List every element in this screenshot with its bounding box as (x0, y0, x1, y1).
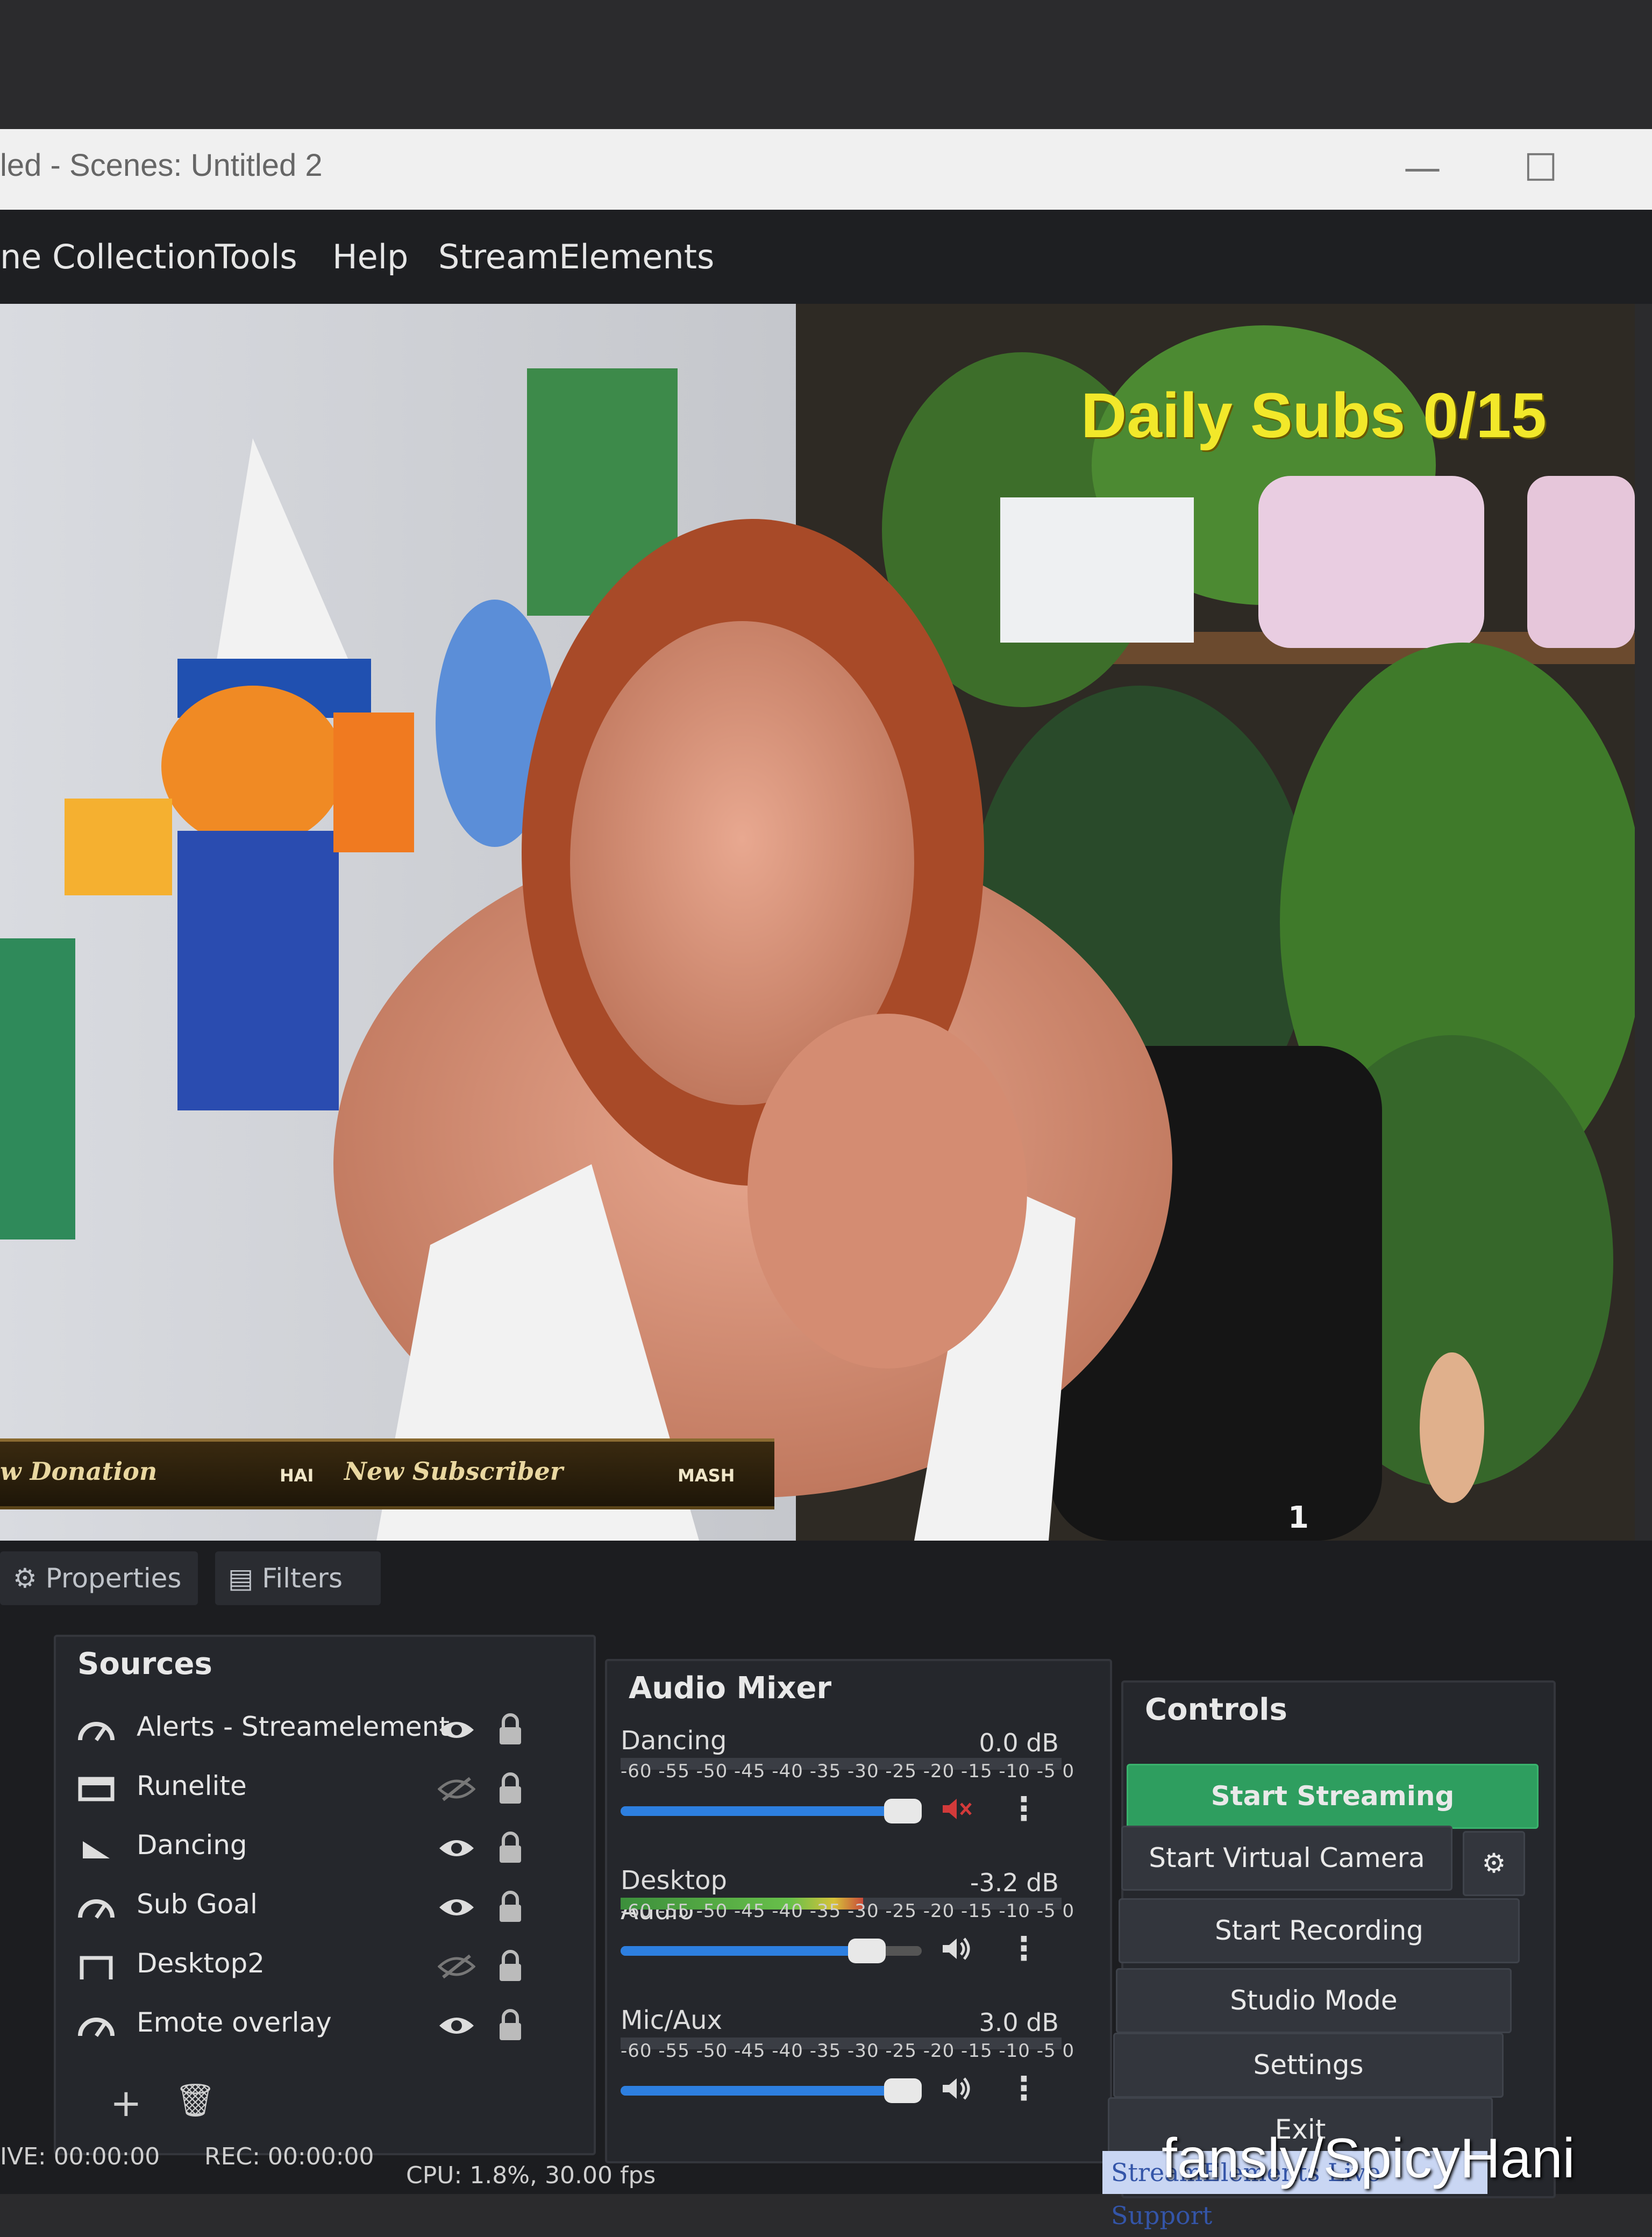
banner-tag: MASH (678, 1465, 735, 1486)
sources-panel: Sources Alerts - Streamelement Runelite Da… (54, 1635, 596, 2155)
lock-icon[interactable] (497, 1830, 524, 1865)
volume-slider[interactable] (621, 1799, 922, 1823)
watermark: fansly/SpicyHani (1162, 2127, 1575, 2190)
gauge-icon (77, 1891, 115, 1923)
add-source-button[interactable]: + (110, 2081, 142, 2125)
source-item[interactable]: Desktop2 (56, 1938, 594, 1997)
volume-slider-fill (621, 2086, 922, 2096)
webcam-scene (0, 304, 1635, 1541)
source-label: Emote overlay (137, 2007, 332, 2038)
mixer-channel-name: Dancing (621, 1726, 727, 1756)
source-item[interactable]: Runelite (56, 1761, 594, 1820)
properties-label: Properties (45, 1563, 182, 1594)
virtual-camera-settings-button[interactable]: ⚙ (1463, 1831, 1525, 1896)
mixer-channel-db: 0.0 dB (979, 1728, 1059, 1757)
audio-mixer-title: Audio Mixer (629, 1671, 832, 1706)
filters-button[interactable]: ▤ Filters (215, 1551, 381, 1605)
lock-icon[interactable] (497, 2008, 524, 2042)
speaker-icon[interactable] (941, 1935, 973, 1964)
channel-menu-icon[interactable]: ⋮ (1008, 2070, 1040, 2107)
speaker-icon[interactable] (941, 2075, 973, 2104)
corner-counter: 1 (1288, 1500, 1309, 1535)
source-label: Dancing (137, 1829, 247, 1861)
eye-icon[interactable] (438, 1894, 475, 1921)
eye-icon[interactable] (438, 2012, 475, 2039)
volume-slider-handle[interactable] (884, 1799, 922, 1823)
lock-icon[interactable] (497, 1771, 524, 1806)
eye-icon[interactable] (438, 1835, 475, 1862)
properties-button[interactable]: ⚙ Properties (0, 1551, 198, 1605)
menu-help[interactable]: Help (332, 210, 408, 304)
source-item[interactable]: Sub Goal (56, 1879, 594, 1938)
volume-slider-handle[interactable] (884, 2078, 922, 2103)
media-icon (77, 1832, 115, 1864)
menu-streamelements[interactable]: StreamElements (438, 210, 714, 304)
lock-icon[interactable] (497, 1712, 524, 1747)
menu-tools[interactable]: Tools (215, 210, 297, 304)
source-label: Sub Goal (137, 1889, 258, 1920)
mixer-channel-db: 3.0 dB (979, 2008, 1059, 2037)
eye-hidden-icon[interactable] (437, 1776, 476, 1803)
daily-subs-goal: Daily Subs 0/15 (1081, 380, 1547, 451)
remove-source-button[interactable]: 🗑 (175, 2081, 216, 2119)
window-title-bar: led - Scenes: Untitled 2 — ☐ (0, 129, 1652, 210)
maximize-button[interactable]: ☐ (1511, 141, 1570, 195)
source-item[interactable]: Alerts - Streamelement (56, 1701, 594, 1761)
eye-hidden-icon[interactable] (437, 1953, 476, 1980)
volume-slider[interactable] (621, 2078, 922, 2103)
settings-button[interactable]: Settings (1113, 2033, 1504, 2098)
display-capture-icon (77, 1950, 115, 1982)
banner-subscriber-label: New Subscriber (344, 1457, 564, 1486)
mixer-channel-name: Mic/Aux (621, 2005, 722, 2035)
gear-icon: ⚙ (13, 1563, 37, 1594)
eye-icon[interactable] (438, 1716, 475, 1743)
mixer-db-scale: -60 -55 -50 -45 -40 -35 -30 -25 -20 -15 … (621, 2040, 1075, 2062)
volume-slider-fill (621, 1806, 922, 1816)
banner-donation-label: w Donation (0, 1457, 158, 1486)
volume-slider-fill (621, 1946, 886, 1956)
channel-menu-icon[interactable]: ⋮ (1008, 1790, 1040, 1828)
source-item[interactable]: Dancing (56, 1820, 594, 1879)
lock-icon[interactable] (497, 1949, 524, 1983)
cpu-fps-readout: CPU: 1.8%, 30.00 fps (406, 2162, 656, 2189)
live-timer: IVE: 00:00:00 (0, 2143, 160, 2170)
gauge-icon (77, 1713, 115, 1746)
start-virtual-camera-button[interactable]: Start Virtual Camera (1121, 1826, 1452, 1891)
filters-icon: ▤ (228, 1563, 254, 1594)
banner-tag: HAI (280, 1465, 314, 1486)
sources-title: Sources (77, 1647, 212, 1682)
studio-mode-button[interactable]: Studio Mode (1116, 1968, 1512, 2033)
source-label: Alerts - Streamelement (137, 1711, 450, 1742)
alert-banner: w Donation HAI New Subscriber MASH (0, 1438, 774, 1509)
minimize-button[interactable]: — (1393, 141, 1452, 195)
menu-scene-collection[interactable]: ne Collection (0, 210, 217, 304)
lock-icon[interactable] (497, 1890, 524, 1924)
audio-mixer-panel: Audio Mixer Dancing 0.0 dB -60 -55 -50 -45… (605, 1659, 1112, 2163)
window-title: led - Scenes: Untitled 2 (0, 148, 323, 183)
preview-canvas[interactable]: Daily Subs 0/15 w Donation HAI New Subsc… (0, 304, 1635, 1541)
source-item[interactable]: Emote overlay (56, 1997, 594, 2056)
filters-label: Filters (262, 1563, 343, 1594)
mixer-channel-db: -3.2 dB (970, 1868, 1059, 1897)
channel-menu-icon[interactable]: ⋮ (1008, 1930, 1040, 1968)
start-recording-button[interactable]: Start Recording (1119, 1898, 1520, 1963)
start-streaming-button[interactable]: Start Streaming (1127, 1764, 1539, 1829)
volume-slider-handle[interactable] (848, 1939, 886, 1963)
muted-speaker-icon[interactable] (941, 1796, 973, 1825)
gear-icon: ⚙ (1482, 1848, 1506, 1879)
controls-title: Controls (1145, 1692, 1287, 1727)
window-capture-icon (77, 1772, 115, 1805)
rec-timer: REC: 00:00:00 (204, 2143, 374, 2170)
source-label: Desktop2 (137, 1948, 265, 1979)
volume-slider[interactable] (621, 1939, 922, 1963)
source-label: Runelite (137, 1770, 247, 1801)
mixer-db-scale: -60 -55 -50 -45 -40 -35 -30 -25 -20 -15 … (621, 1900, 1075, 1922)
mixer-db-scale: -60 -55 -50 -45 -40 -35 -30 -25 -20 -15 … (621, 1761, 1075, 1782)
menu-bar: ne Collection Tools Help StreamElements (0, 210, 1652, 304)
gauge-icon (77, 2009, 115, 2041)
